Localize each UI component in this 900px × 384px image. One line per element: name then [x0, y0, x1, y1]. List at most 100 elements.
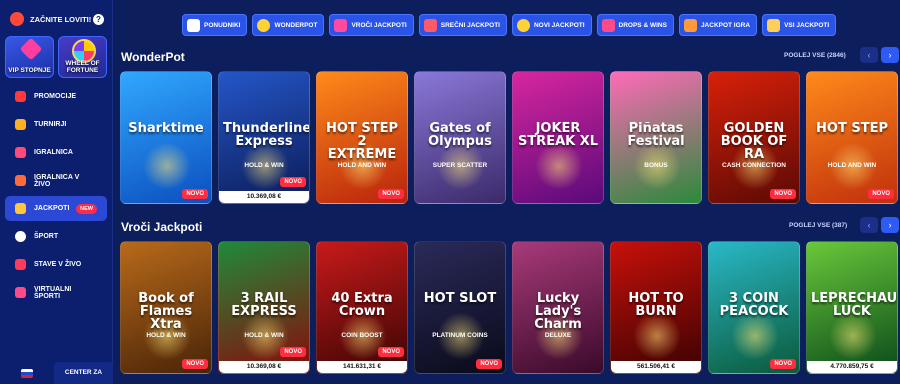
sidebar-item-label: STAVE V ŽIVO — [34, 261, 82, 268]
all-jackpots-icon — [767, 18, 781, 32]
game-card[interactable]: HOT TO BURN 561.506,41 € — [610, 241, 702, 374]
category-providers[interactable]: PONUDNIKI — [182, 14, 248, 36]
jackpot-amount: 10.369,08 € — [219, 191, 309, 203]
game-card[interactable]: HOT SLOT PLATINUM COINS NOVO — [414, 241, 506, 374]
new-badge: NOVO — [182, 189, 208, 199]
category-label: DROPS & WINS — [618, 21, 667, 29]
sidebar-item-virtual-sports[interactable]: VIRTUALNI ŠPORTI — [5, 280, 107, 305]
jackpot-amount: 141.631,31 € — [317, 361, 407, 373]
game-artwork — [829, 312, 877, 360]
hot-jackpots-games-row: Book of Flames Xtra HOLD & WIN NOVO 3 RAIL … — [120, 241, 898, 374]
wonderpot-games-row: Sharktime NOVO Thunderline Express HOLD & W… — [120, 71, 898, 204]
category-drops-wins[interactable]: DROPS & WINS — [596, 14, 674, 36]
sidebar-item-label: IGRALNICA — [34, 149, 73, 156]
category-label: VROČI JACKPOTI — [351, 21, 407, 29]
category-jackpot-game[interactable]: JACKPOT IGRA — [678, 14, 758, 36]
game-subtitle: HOLD & WIN — [244, 162, 284, 169]
game-card[interactable]: Thunderline Express HOLD & WIN 10.369,08 €… — [218, 71, 310, 204]
game-title: HOT SLOT — [423, 291, 497, 306]
category-all-jackpots[interactable]: VSI JACKPOTI — [762, 14, 837, 36]
sidebar-item-jackpots[interactable]: JACKPOTI NEW — [5, 196, 107, 221]
jackpot-icon — [15, 203, 26, 214]
game-subtitle: PLATINUM COINS — [432, 332, 488, 339]
game-card[interactable]: JOKER STREAK XL — [512, 71, 604, 204]
game-title: LEPRECHAUN'S LUCK — [811, 291, 898, 319]
category-lucky-jackpots[interactable]: SREČNI JACKPOTI — [418, 14, 507, 36]
live-icon — [15, 259, 26, 270]
see-all-wonderpot-link[interactable]: POGLEJ VSE (2846) — [784, 52, 846, 59]
game-card[interactable]: 3 COIN PEACOCK NOVO — [708, 241, 800, 374]
vip-levels-label: VIP STOPNJE — [8, 67, 51, 74]
vip-levels-tile[interactable]: VIP STOPNJE — [5, 36, 54, 78]
game-subtitle: HOLD & WIN — [146, 332, 186, 339]
game-subtitle: HOLD AND WIN — [827, 162, 877, 169]
wheel-of-fortune-tile[interactable]: WHEEL OF FORTUNE — [58, 36, 107, 78]
game-title: GOLDEN BOOK OF RA — [720, 121, 788, 162]
next-arrow-button[interactable]: › — [881, 47, 899, 63]
sidebar-item-live-bets[interactable]: STAVE V ŽIVO — [5, 252, 107, 277]
star-icon — [516, 18, 530, 32]
game-title: 40 Extra Crown — [331, 291, 393, 319]
section-title-hot-jackpots: Vroči Jackpoti — [121, 220, 203, 234]
game-card[interactable]: Book of Flames Xtra HOLD & WIN NOVO — [120, 241, 212, 374]
new-badge: NOVO — [770, 359, 796, 369]
game-card[interactable]: GOLDEN BOOK OF RA CASH CONNECTION NOVO — [708, 71, 800, 204]
game-title: Lucky Lady's Charm — [534, 291, 582, 332]
game-card[interactable]: Lucky Lady's Charm DELUXE — [512, 241, 604, 374]
sidebar-item-tournaments[interactable]: TURNIRJI — [5, 112, 107, 137]
game-card[interactable]: Gates of Olympus SUPER SCATTER — [414, 71, 506, 204]
game-title: Book of Flames Xtra — [138, 291, 194, 332]
game-artwork — [535, 142, 583, 190]
next-arrow-button[interactable]: › — [881, 217, 899, 233]
prev-arrow-button[interactable]: ‹ — [860, 217, 878, 233]
game-title: Gates of Olympus — [428, 121, 492, 149]
sidebar-nav: PROMOCIJE TURNIRJI IGRALNICA IGRALNICA V… — [0, 84, 112, 305]
game-card[interactable]: 40 Extra Crown COIN BOOST 141.631,31 € NOVO — [316, 241, 408, 374]
game-artwork — [731, 312, 779, 360]
game-card[interactable]: 3 RAIL EXPRESS HOLD & WIN 10.369,08 € NOVO — [218, 241, 310, 374]
help-center-button[interactable]: CENTER ZA — [54, 362, 113, 384]
see-all-hot-jackpots-link[interactable]: POGLEJ VSE (387) — [789, 222, 847, 229]
virtual-sports-icon — [15, 287, 26, 298]
sidebar: ZAČNITE LOVITI! ? VIP STOPNJE WHEEL OF F… — [0, 0, 113, 384]
prev-arrow-button[interactable]: ‹ — [860, 47, 878, 63]
game-subtitle: HOLD & WIN — [244, 332, 284, 339]
sidebar-item-promotions[interactable]: PROMOCIJE — [5, 84, 107, 109]
game-card[interactable]: HOT STEP 2 EXTREME HOLD AND WIN NOVO — [316, 71, 408, 204]
new-badge: NOVO — [182, 359, 208, 369]
game-title: JOKER STREAK XL — [517, 121, 599, 149]
game-title: HOT TO BURN — [628, 291, 684, 319]
jackpot-amount: 10.369,08 € — [219, 361, 309, 373]
game-card[interactable]: Piñatas Festival BONUS — [610, 71, 702, 204]
category-new-jackpots[interactable]: NOVI JACKPOTI — [511, 14, 592, 36]
language-selector[interactable] — [0, 362, 54, 384]
category-label: JACKPOT IGRA — [700, 21, 751, 29]
game-card[interactable]: LEPRECHAUN'S LUCK 4.770.859,75 € — [806, 241, 898, 374]
sidebar-item-casino[interactable]: IGRALNICA — [5, 140, 107, 165]
category-wonderpot[interactable]: WONDERPOT — [252, 14, 325, 36]
game-subtitle: DELUXE — [544, 332, 572, 339]
start-hunting-label: ZAČNITE LOVITI! — [30, 14, 92, 24]
help-icon[interactable]: ? — [93, 13, 104, 25]
game-subtitle: HOLD AND WIN — [337, 162, 387, 169]
hot-jackpot-icon — [334, 18, 348, 32]
category-label: NOVI JACKPOTI — [533, 21, 585, 29]
jackpot-game-icon — [683, 18, 697, 32]
game-card[interactable]: HOT STEP HOLD AND WIN NOVO — [806, 71, 898, 204]
new-badge: NOVO — [280, 347, 306, 357]
game-subtitle: CASH CONNECTION — [722, 162, 786, 169]
sidebar-item-sport[interactable]: ŠPORT — [5, 224, 107, 249]
game-subtitle: COIN BOOST — [341, 332, 383, 339]
sidebar-item-label: VIRTUALNI ŠPORTI — [34, 285, 72, 300]
new-badge: NOVO — [868, 189, 894, 199]
game-title: 3 RAIL EXPRESS — [231, 291, 297, 319]
start-hunting-button[interactable]: ZAČNITE LOVITI! ? — [0, 0, 112, 34]
sidebar-item-label: PROMOCIJE — [34, 93, 77, 100]
game-artwork — [633, 312, 681, 360]
sidebar-item-live-casino[interactable]: IGRALNICA V ŽIVO — [5, 168, 107, 193]
game-card[interactable]: Sharktime NOVO — [120, 71, 212, 204]
section-title-wonderpot: WonderPot — [121, 50, 185, 64]
category-hot-jackpots[interactable]: VROČI JACKPOTI — [329, 14, 414, 36]
sidebar-item-label: IGRALNICA V ŽIVO — [34, 173, 80, 188]
game-title: HOT STEP — [816, 121, 888, 136]
